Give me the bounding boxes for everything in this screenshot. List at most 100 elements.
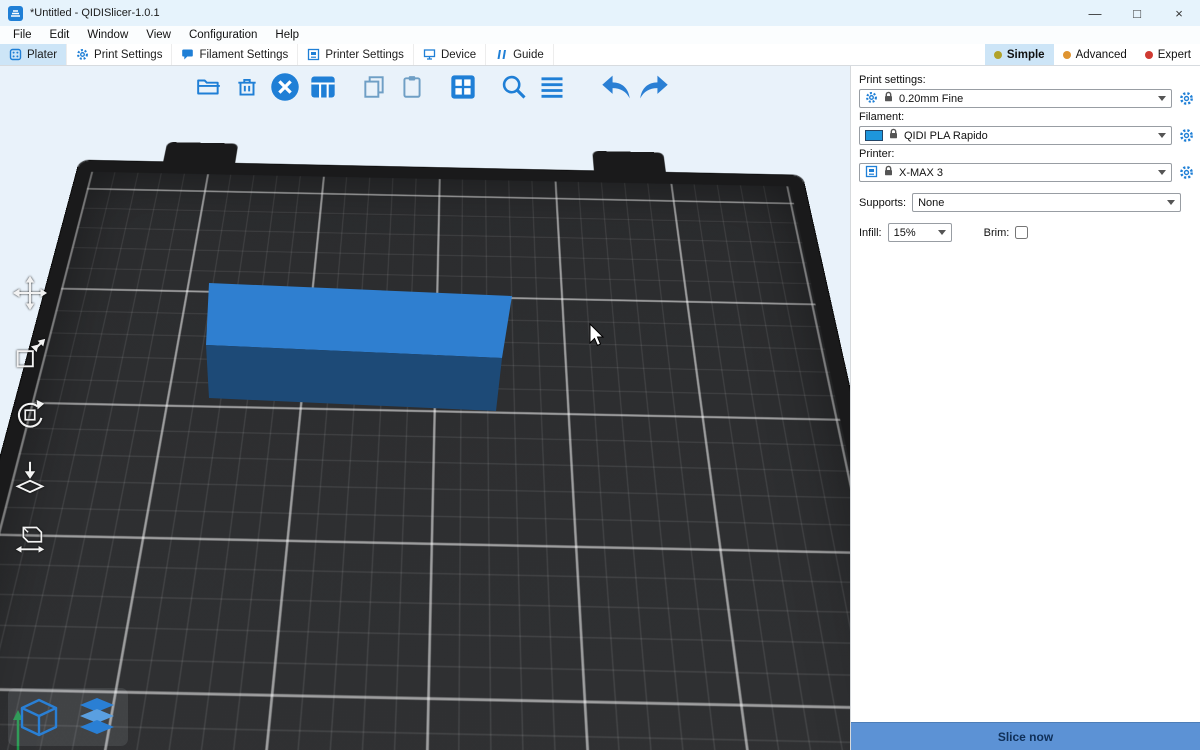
settings-sidebar: Print settings: 0.20mm Fine Filament: bbox=[850, 66, 1200, 750]
print-settings-value: 0.20mm Fine bbox=[899, 93, 963, 105]
menu-edit[interactable]: Edit bbox=[41, 29, 79, 41]
mode-label: Simple bbox=[1007, 49, 1045, 61]
guide-icon bbox=[495, 48, 508, 61]
tab-label: Device bbox=[441, 49, 476, 61]
gear-icon bbox=[865, 91, 878, 107]
chevron-down-icon bbox=[1158, 170, 1166, 175]
3d-viewport[interactable] bbox=[0, 66, 850, 750]
minimize-button[interactable]: — bbox=[1074, 0, 1116, 26]
redo-icon[interactable] bbox=[637, 70, 671, 104]
variable-layer-height-icon[interactable] bbox=[535, 70, 569, 104]
supports-select[interactable]: None bbox=[912, 193, 1181, 212]
filament-select[interactable]: QIDI PLA Rapido bbox=[859, 126, 1172, 145]
infill-value: 15% bbox=[894, 227, 916, 239]
printer-value: X-MAX 3 bbox=[899, 167, 943, 179]
edit-printer-button[interactable] bbox=[1177, 164, 1195, 182]
simple-mode-dot-icon bbox=[994, 51, 1002, 59]
edit-print-settings-button[interactable] bbox=[1177, 90, 1195, 108]
close-button[interactable]: × bbox=[1158, 0, 1200, 26]
mode-expert[interactable]: Expert bbox=[1136, 44, 1200, 65]
place-on-face-tool-icon[interactable] bbox=[10, 457, 50, 495]
edit-filament-button[interactable] bbox=[1177, 127, 1195, 145]
device-icon bbox=[423, 48, 436, 61]
titlebar: *Untitled - QIDISlicer-1.0.1 — □ × bbox=[0, 0, 1200, 26]
filament-value: QIDI PLA Rapido bbox=[904, 130, 988, 142]
filament-label: Filament: bbox=[859, 111, 1195, 123]
supports-label: Supports: bbox=[859, 197, 906, 209]
editor-view-icon[interactable] bbox=[14, 692, 64, 742]
window-title: *Untitled - QIDISlicer-1.0.1 bbox=[30, 7, 160, 19]
filament-color-swatch bbox=[865, 130, 883, 141]
supports-value: None bbox=[918, 197, 944, 209]
print-settings-label: Print settings: bbox=[859, 74, 1195, 86]
mode-label: Advanced bbox=[1076, 49, 1127, 61]
printer-select[interactable]: X-MAX 3 bbox=[859, 163, 1172, 182]
tab-plater[interactable]: Plater bbox=[0, 44, 67, 65]
menu-window[interactable]: Window bbox=[78, 29, 137, 41]
mode-simple[interactable]: Simple bbox=[985, 44, 1054, 65]
menu-help[interactable]: Help bbox=[266, 29, 308, 41]
preview-layers-icon[interactable] bbox=[72, 692, 122, 742]
chevron-down-icon bbox=[1167, 200, 1175, 205]
expert-mode-dot-icon bbox=[1145, 51, 1153, 59]
gear-icon bbox=[76, 48, 89, 61]
copy-icon[interactable] bbox=[357, 70, 391, 104]
chevron-down-icon bbox=[938, 230, 946, 235]
move-tool-icon[interactable] bbox=[10, 274, 50, 312]
brim-checkbox[interactable] bbox=[1015, 226, 1028, 239]
tabbar: Plater Print Settings Filament Settings … bbox=[0, 44, 1200, 66]
slice-now-button[interactable]: Slice now bbox=[851, 722, 1200, 750]
printer-icon bbox=[865, 165, 878, 181]
maximize-button[interactable]: □ bbox=[1116, 0, 1158, 26]
main-content: Print settings: 0.20mm Fine Filament: bbox=[0, 66, 1200, 750]
plater-icon bbox=[9, 48, 22, 61]
chevron-down-icon bbox=[1158, 133, 1166, 138]
tab-print-settings[interactable]: Print Settings bbox=[67, 44, 172, 65]
tab-label: Plater bbox=[27, 49, 57, 61]
tab-device[interactable]: Device bbox=[414, 44, 486, 65]
scale-tool-icon[interactable] bbox=[10, 335, 50, 373]
paste-icon[interactable] bbox=[395, 70, 429, 104]
printer-label: Printer: bbox=[859, 148, 1195, 160]
app-logo-icon bbox=[8, 6, 23, 21]
brim-label: Brim: bbox=[984, 227, 1010, 239]
mode-label: Expert bbox=[1158, 49, 1191, 61]
delete-all-icon[interactable] bbox=[268, 70, 302, 104]
menu-file[interactable]: File bbox=[4, 29, 41, 41]
tab-label: Filament Settings bbox=[199, 49, 288, 61]
side-toolbar bbox=[10, 274, 50, 556]
menubar: File Edit Window View Configuration Help bbox=[0, 26, 1200, 44]
infill-select[interactable]: 15% bbox=[888, 223, 952, 242]
open-file-icon[interactable] bbox=[192, 70, 226, 104]
window-controls: — □ × bbox=[1074, 0, 1200, 26]
view-switcher bbox=[8, 688, 128, 746]
lock-icon bbox=[883, 91, 894, 106]
arrange-icon[interactable] bbox=[306, 70, 340, 104]
infill-label: Infill: bbox=[859, 227, 882, 239]
viewport-toolbar bbox=[192, 70, 675, 104]
advanced-mode-dot-icon bbox=[1063, 51, 1071, 59]
delete-icon[interactable] bbox=[230, 70, 264, 104]
tab-filament-settings[interactable]: Filament Settings bbox=[172, 44, 298, 65]
split-objects-icon[interactable] bbox=[446, 70, 480, 104]
search-icon[interactable] bbox=[497, 70, 531, 104]
tab-label: Printer Settings bbox=[325, 49, 404, 61]
bed-clip bbox=[592, 151, 666, 174]
filament-icon bbox=[181, 48, 194, 61]
rotate-tool-icon[interactable] bbox=[10, 396, 50, 434]
mode-switcher: Simple Advanced Expert bbox=[985, 44, 1200, 65]
print-bed[interactable] bbox=[0, 160, 850, 750]
measure-tool-icon[interactable] bbox=[10, 518, 50, 556]
mode-advanced[interactable]: Advanced bbox=[1054, 44, 1136, 65]
undo-icon[interactable] bbox=[599, 70, 633, 104]
print-settings-select[interactable]: 0.20mm Fine bbox=[859, 89, 1172, 108]
lock-icon bbox=[883, 165, 894, 180]
menu-configuration[interactable]: Configuration bbox=[180, 29, 266, 41]
menu-view[interactable]: View bbox=[137, 29, 180, 41]
tab-guide[interactable]: Guide bbox=[486, 44, 554, 65]
lock-icon bbox=[888, 128, 899, 143]
tab-printer-settings[interactable]: Printer Settings bbox=[298, 44, 414, 65]
tab-label: Guide bbox=[513, 49, 544, 61]
slice-now-label: Slice now bbox=[998, 730, 1053, 744]
printer-icon bbox=[307, 48, 320, 61]
